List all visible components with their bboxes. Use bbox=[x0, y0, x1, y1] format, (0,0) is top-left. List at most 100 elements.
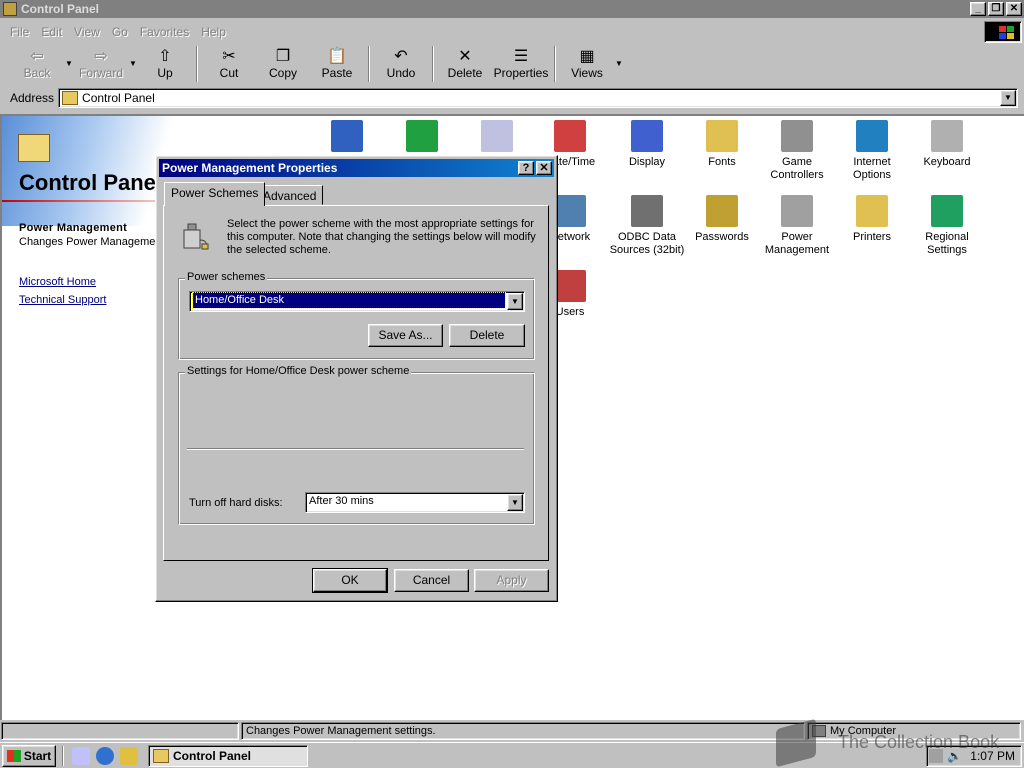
regional-settings-item[interactable]: Regional Settings bbox=[909, 195, 985, 257]
fonts-folder-icon bbox=[706, 120, 738, 152]
programs-icon bbox=[481, 120, 513, 152]
address-dropdown-icon[interactable]: ▼ bbox=[1000, 90, 1016, 106]
menu-bar: File Edit View Go Favorites Help bbox=[0, 21, 1024, 43]
menu-help[interactable]: Help bbox=[201, 25, 226, 39]
forward-arrow-icon: ⇨ bbox=[94, 48, 108, 65]
scheme-value: Home/Office Desk bbox=[192, 292, 506, 309]
globe-icon bbox=[856, 120, 888, 152]
power-tray-icon[interactable] bbox=[929, 749, 944, 763]
properties-icon: ☰ bbox=[513, 48, 529, 65]
harddisk-timeout-select[interactable]: After 30 mins ▼ bbox=[305, 492, 525, 513]
address-value: Control Panel bbox=[82, 91, 155, 105]
scheme-settings-group: Settings for Home/Office Desk power sche… bbox=[178, 365, 535, 525]
internet-explorer-icon[interactable] bbox=[96, 746, 114, 765]
speaker-icon[interactable]: 🔈 bbox=[947, 749, 962, 763]
panel-heading: Control Panel bbox=[19, 170, 163, 195]
close-button[interactable]: ✕ bbox=[1006, 2, 1022, 16]
accessibility-options-icon[interactable] bbox=[309, 120, 385, 156]
game-controllers-item[interactable]: Game Controllers bbox=[759, 120, 835, 182]
settings-divider bbox=[187, 448, 524, 450]
window-titlebar[interactable]: Control Panel _ ❐ ✕ bbox=[0, 0, 1024, 18]
chevron-down-icon[interactable]: ▼ bbox=[507, 293, 523, 310]
harddisk-value: After 30 mins bbox=[309, 495, 374, 507]
users-icon bbox=[554, 270, 586, 302]
toolbar: ⇦ Back ▼ ⇨ Forward ▼ ⇧ Up ✂ Cut ❐ Copy 📋… bbox=[2, 45, 1022, 85]
microsoft-home-link[interactable]: Microsoft Home bbox=[19, 276, 96, 288]
status-pane-empty bbox=[1, 722, 239, 740]
status-text: Changes Power Management settings. bbox=[241, 722, 805, 740]
tab-advanced[interactable]: Advanced bbox=[256, 185, 324, 205]
power-schemes-label: Power schemes bbox=[185, 271, 268, 283]
address-label: Address bbox=[10, 91, 55, 105]
forward-button[interactable]: ⇨ Forward bbox=[74, 45, 128, 83]
power-plug-icon bbox=[178, 220, 210, 252]
intro-text: Select the power scheme with the most ap… bbox=[227, 218, 536, 256]
menu-view[interactable]: View bbox=[74, 25, 100, 39]
address-field[interactable]: Control Panel ▼ bbox=[58, 88, 1018, 108]
fonts-item[interactable]: Fonts bbox=[684, 120, 760, 169]
restore-button[interactable]: ❐ bbox=[988, 2, 1004, 16]
keyboard-icon bbox=[931, 120, 963, 152]
scissors-icon: ✂ bbox=[222, 48, 236, 65]
clock[interactable]: 1:07 PM bbox=[970, 749, 1015, 763]
power-management-item[interactable]: Power Management bbox=[759, 195, 835, 257]
views-button[interactable]: ▦ Views bbox=[560, 45, 614, 83]
copy-icon: ❐ bbox=[275, 48, 291, 65]
toolbar-separator bbox=[368, 46, 370, 82]
odbc-item[interactable]: ODBC Data Sources (32bit) bbox=[609, 195, 685, 257]
apply-button[interactable]: Apply bbox=[474, 569, 549, 592]
menu-go[interactable]: Go bbox=[112, 25, 128, 39]
copy-button[interactable]: ❐ Copy bbox=[256, 45, 310, 83]
passwords-item[interactable]: Passwords bbox=[684, 195, 760, 244]
start-button[interactable]: Start bbox=[2, 744, 56, 767]
display-item[interactable]: Display bbox=[609, 120, 685, 169]
menu-edit[interactable]: Edit bbox=[41, 25, 62, 39]
dialog-close-button[interactable]: ✕ bbox=[536, 161, 552, 175]
delete-button[interactable]: ✕ Delete bbox=[438, 45, 492, 83]
keyboard-item[interactable]: Keyboard bbox=[909, 120, 985, 169]
network-icon bbox=[554, 195, 586, 227]
forward-dropdown-icon[interactable]: ▼ bbox=[128, 45, 138, 68]
computer-icon bbox=[812, 725, 826, 737]
chevron-down-icon[interactable]: ▼ bbox=[507, 494, 523, 511]
cut-button[interactable]: ✂ Cut bbox=[202, 45, 256, 83]
technical-support-link[interactable]: Technical Support bbox=[19, 294, 106, 306]
power-schemes-group: Power schemes Home/Office Desk ▼ Save As… bbox=[178, 271, 535, 360]
add-remove-programs-icon[interactable] bbox=[459, 120, 535, 156]
views-dropdown-icon[interactable]: ▼ bbox=[614, 45, 624, 68]
power-scheme-select[interactable]: Home/Office Desk ▼ bbox=[189, 291, 525, 312]
dialog-titlebar[interactable]: Power Management Properties ? ✕ bbox=[159, 159, 554, 177]
status-zone: My Computer bbox=[807, 722, 1021, 740]
internet-options-item[interactable]: Internet Options bbox=[834, 120, 910, 182]
tab-power-schemes[interactable]: Power Schemes bbox=[164, 182, 266, 206]
paste-button[interactable]: 📋 Paste bbox=[310, 45, 364, 83]
up-button[interactable]: ⇧ Up bbox=[138, 45, 192, 83]
cancel-button[interactable]: Cancel bbox=[394, 569, 469, 592]
printers-item[interactable]: Printers bbox=[834, 195, 910, 244]
help-button[interactable]: ? bbox=[518, 161, 534, 175]
status-bar: Changes Power Management settings. My Co… bbox=[0, 721, 1024, 741]
toolbar-separator bbox=[554, 46, 556, 82]
minimize-button[interactable]: _ bbox=[970, 2, 986, 16]
add-new-hardware-icon[interactable] bbox=[384, 120, 460, 156]
back-button[interactable]: ⇦ Back bbox=[10, 45, 64, 83]
task-control-panel[interactable]: Control Panel bbox=[148, 744, 308, 767]
show-desktop-icon[interactable] bbox=[72, 746, 90, 765]
undo-button[interactable]: ↶ Undo bbox=[374, 45, 428, 83]
clock-icon bbox=[554, 120, 586, 152]
ok-button[interactable]: OK bbox=[312, 568, 388, 593]
display-icon bbox=[631, 120, 663, 152]
globe-icon bbox=[931, 195, 963, 227]
outlook-express-icon[interactable] bbox=[120, 746, 138, 765]
control-panel-icon bbox=[3, 2, 17, 16]
back-dropdown-icon[interactable]: ▼ bbox=[64, 45, 74, 68]
menu-file[interactable]: File bbox=[10, 25, 29, 39]
printer-folder-icon bbox=[856, 195, 888, 227]
menu-favorites[interactable]: Favorites bbox=[140, 25, 189, 39]
toolbar-separator bbox=[196, 46, 198, 82]
properties-button[interactable]: ☰ Properties bbox=[492, 45, 550, 83]
save-as-button[interactable]: Save As... bbox=[368, 324, 443, 347]
delete-scheme-button[interactable]: Delete bbox=[449, 324, 525, 347]
delete-x-icon: ✕ bbox=[458, 48, 472, 65]
control-panel-large-icon bbox=[18, 134, 50, 162]
